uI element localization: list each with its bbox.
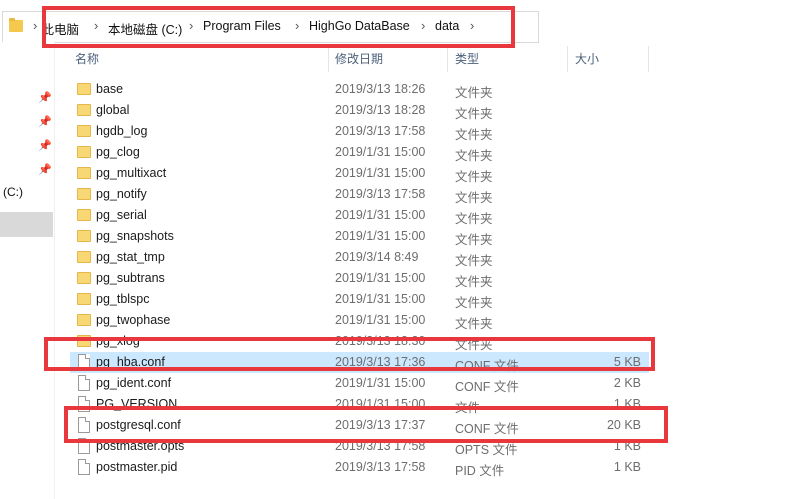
file-name: pg_subtrans bbox=[96, 271, 165, 285]
column-header-type[interactable]: 类型 bbox=[455, 46, 479, 72]
file-date: 2019/1/31 15:00 bbox=[335, 145, 426, 159]
file-date: 2019/1/31 15:00 bbox=[335, 271, 426, 285]
pin-icon[interactable]: 📌 bbox=[38, 116, 52, 128]
file-name: pg_snapshots bbox=[96, 229, 174, 243]
navigation-pane: 📌 📌 📌 📌 (C:) bbox=[0, 42, 54, 499]
file-row[interactable]: pg_ident.conf 2019/1/31 15:00 CONF 文件 2 KB bbox=[70, 373, 649, 394]
file-row[interactable]: pg_clog 2019/1/31 15:00 文件夹 bbox=[70, 142, 649, 163]
annotation-box-address bbox=[42, 6, 515, 48]
folder-icon bbox=[77, 230, 91, 242]
annotation-box-pg-hba bbox=[44, 337, 655, 371]
file-row[interactable]: pg_tblspc 2019/1/31 15:00 文件夹 bbox=[70, 289, 649, 310]
folder-icon bbox=[77, 167, 91, 179]
file-type: 文件夹 bbox=[455, 149, 493, 163]
file-date: 2019/3/13 17:58 bbox=[335, 187, 426, 201]
folder-icon bbox=[9, 18, 23, 32]
file-name: pg_stat_tmp bbox=[96, 250, 165, 264]
folder-icon bbox=[77, 104, 91, 116]
file-type: PID 文件 bbox=[455, 464, 505, 478]
file-name: hgdb_log bbox=[96, 124, 148, 138]
file-row[interactable]: pg_snapshots 2019/1/31 15:00 文件夹 bbox=[70, 226, 649, 247]
file-name: base bbox=[96, 82, 124, 96]
file-type: 文件夹 bbox=[455, 296, 493, 310]
chevron-right-icon[interactable]: › bbox=[33, 18, 37, 33]
file-type: 文件夹 bbox=[455, 317, 493, 331]
annotation-box-postgresql bbox=[64, 406, 668, 443]
file-date: 2019/1/31 15:00 bbox=[335, 229, 426, 243]
folder-icon bbox=[77, 125, 91, 137]
file-date: 2019/1/31 15:00 bbox=[335, 166, 426, 180]
folder-icon bbox=[77, 314, 91, 326]
file-row[interactable]: pg_serial 2019/1/31 15:00 文件夹 bbox=[70, 205, 649, 226]
file-date: 2019/1/31 15:00 bbox=[335, 376, 426, 390]
file-date: 2019/3/13 18:28 bbox=[335, 103, 426, 117]
file-row[interactable]: pg_notify 2019/3/13 17:58 文件夹 bbox=[70, 184, 649, 205]
file-type: CONF 文件 bbox=[455, 380, 519, 394]
file-type: 文件夹 bbox=[455, 275, 493, 289]
column-divider[interactable] bbox=[567, 46, 568, 72]
pane-divider[interactable] bbox=[54, 42, 55, 499]
file-type: 文件夹 bbox=[455, 86, 493, 100]
folder-icon bbox=[77, 272, 91, 284]
file-row[interactable]: pg_subtrans 2019/1/31 15:00 文件夹 bbox=[70, 268, 649, 289]
file-icon bbox=[78, 459, 90, 475]
folder-icon bbox=[77, 188, 91, 200]
file-row[interactable]: postmaster.pid 2019/3/13 17:58 PID 文件 1 KB bbox=[70, 457, 649, 478]
folder-icon bbox=[77, 146, 91, 158]
file-row[interactable]: global 2019/3/13 18:28 文件夹 bbox=[70, 100, 649, 121]
folder-icon bbox=[77, 209, 91, 221]
file-icon bbox=[78, 375, 90, 391]
file-name: global bbox=[96, 103, 130, 117]
file-name: pg_tblspc bbox=[96, 292, 150, 306]
file-name: pg_notify bbox=[96, 187, 147, 201]
column-header-size[interactable]: 大小 bbox=[575, 46, 599, 72]
file-date: 2019/1/31 15:00 bbox=[335, 208, 426, 222]
column-divider[interactable] bbox=[328, 46, 329, 72]
file-row[interactable]: pg_twophase 2019/1/31 15:00 文件夹 bbox=[70, 310, 649, 331]
sidebar-item-drive-c[interactable]: (C:) bbox=[3, 185, 23, 199]
file-row[interactable]: pg_stat_tmp 2019/3/14 8:49 文件夹 bbox=[70, 247, 649, 268]
file-row[interactable]: hgdb_log 2019/3/13 17:58 文件夹 bbox=[70, 121, 649, 142]
file-date: 2019/3/14 8:49 bbox=[335, 250, 419, 264]
folder-icon bbox=[77, 251, 91, 263]
file-type: 文件夹 bbox=[455, 191, 493, 205]
file-date: 2019/1/31 15:00 bbox=[335, 313, 426, 327]
pin-icon[interactable]: 📌 bbox=[38, 164, 52, 176]
file-type: 文件夹 bbox=[455, 170, 493, 184]
file-type: 文件夹 bbox=[455, 254, 493, 268]
column-header-name[interactable]: 名称 bbox=[75, 46, 99, 72]
pin-icon[interactable]: 📌 bbox=[38, 140, 52, 152]
file-size: 1 KB bbox=[613, 460, 641, 474]
column-divider[interactable] bbox=[648, 46, 649, 72]
file-date: 2019/1/31 15:00 bbox=[335, 292, 426, 306]
file-name: pg_multixact bbox=[96, 166, 167, 180]
file-name: pg_clog bbox=[96, 145, 140, 159]
folder-icon bbox=[77, 83, 91, 95]
pin-icon[interactable]: 📌 bbox=[38, 92, 52, 104]
file-type: 文件夹 bbox=[455, 128, 493, 142]
file-row[interactable]: pg_multixact 2019/1/31 15:00 文件夹 bbox=[70, 163, 649, 184]
file-name: pg_serial bbox=[96, 208, 147, 222]
file-type: 文件夹 bbox=[455, 212, 493, 226]
file-type: 文件夹 bbox=[455, 233, 493, 247]
file-date: 2019/3/13 18:26 bbox=[335, 82, 426, 96]
file-date: 2019/3/13 17:58 bbox=[335, 124, 426, 138]
column-divider[interactable] bbox=[447, 46, 448, 72]
sidebar-selected-item[interactable] bbox=[0, 212, 53, 237]
file-size: 2 KB bbox=[613, 376, 641, 390]
column-header-date[interactable]: 修改日期 bbox=[335, 46, 383, 72]
file-type: 文件夹 bbox=[455, 107, 493, 121]
file-row[interactable]: base 2019/3/13 18:26 文件夹 bbox=[70, 79, 649, 100]
file-date: 2019/3/13 17:58 bbox=[335, 460, 426, 474]
folder-icon bbox=[77, 293, 91, 305]
file-name: postmaster.pid bbox=[96, 460, 178, 474]
file-name: pg_twophase bbox=[96, 313, 171, 327]
file-name: pg_ident.conf bbox=[96, 376, 172, 390]
